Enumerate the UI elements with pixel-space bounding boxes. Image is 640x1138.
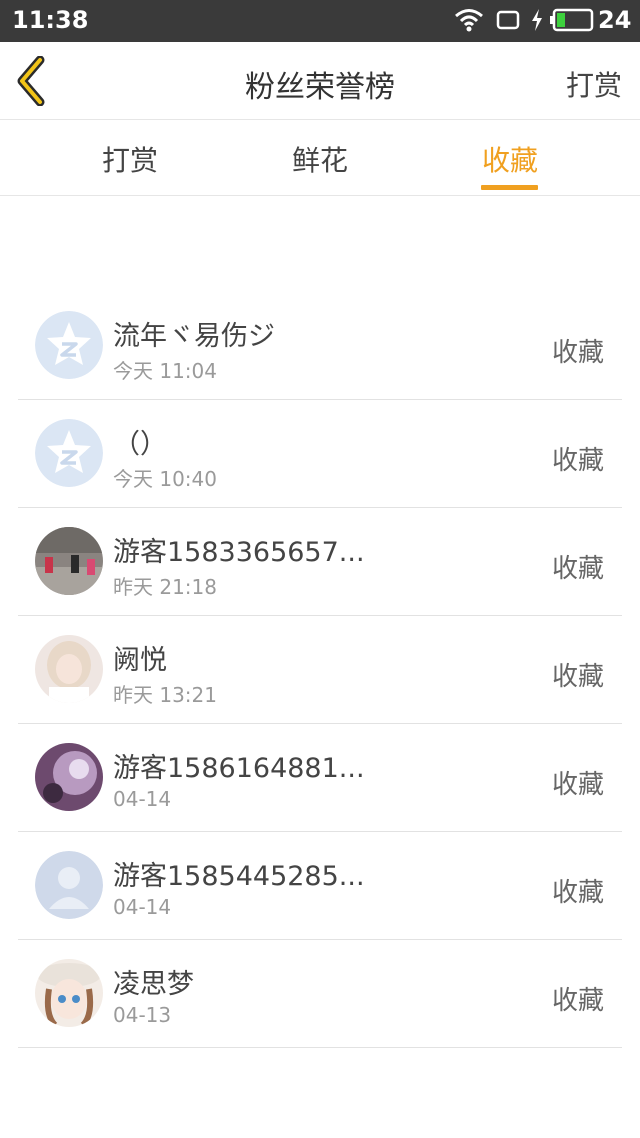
timestamp: 04-14 [113, 895, 172, 919]
user-name: 流年ヾ易伤ジ [113, 321, 275, 352]
action-label: 收藏 [551, 446, 604, 476]
tab-bar: 打赏 鲜花 收藏 [0, 121, 640, 196]
tab-flowers[interactable]: 鲜花 [260, 139, 380, 179]
action-label: 收藏 [551, 878, 604, 908]
timestamp: 昨天 13:21 [113, 683, 217, 707]
wifi-icon [455, 9, 483, 32]
user-name: （） [113, 429, 167, 460]
user-name: 游客1585445285... [113, 861, 365, 892]
top-bar: 粉丝荣誉榜 打赏 [0, 42, 640, 120]
action-label: 收藏 [551, 986, 604, 1016]
user-name: 游客1583365657... [113, 537, 365, 568]
qzone-default-icon [35, 419, 103, 487]
list-item[interactable]: 阙悦 昨天 13:21 收藏 [18, 616, 622, 724]
timestamp: 04-13 [113, 1003, 172, 1027]
list-item[interactable]: （） 今天 10:40 收藏 [18, 400, 622, 508]
battery-icon [550, 8, 594, 32]
action-label: 收藏 [551, 554, 604, 584]
fan-list: 流年ヾ易伤ジ 今天 11:04 收藏 （） 今天 10:40 收藏 游客1583… [18, 292, 622, 1048]
battery-level: 24 [598, 6, 632, 34]
default-person-icon [35, 851, 103, 919]
list-item[interactable]: 游客1583365657... 昨天 21:18 收藏 [18, 508, 622, 616]
status-bar: 11:38 24 [0, 0, 640, 42]
list-item[interactable]: 游客1585445285... 04-14 收藏 [18, 832, 622, 940]
action-label: 收藏 [551, 770, 604, 800]
photo-street-avatar [35, 527, 103, 595]
qzone-default-icon [35, 311, 103, 379]
user-name: 阙悦 [113, 645, 167, 676]
active-tab-indicator [481, 185, 538, 190]
list-item[interactable]: 流年ヾ易伤ジ 今天 11:04 收藏 [18, 292, 622, 400]
action-label: 收藏 [551, 338, 604, 368]
photo-girl-avatar [35, 635, 103, 703]
timestamp: 04-14 [113, 787, 172, 811]
list-item[interactable]: 游客1586164881... 04-14 收藏 [18, 724, 622, 832]
tab-reward[interactable]: 打赏 [70, 139, 190, 179]
tab-favorites[interactable]: 收藏 [450, 139, 570, 179]
anime-girl-avatar [35, 959, 103, 1027]
charging-icon [532, 9, 542, 31]
screen-rotate-icon [496, 10, 520, 30]
user-name: 凌思梦 [113, 969, 194, 1000]
photo-purple-avatar [35, 743, 103, 811]
timestamp: 今天 11:04 [113, 359, 217, 383]
action-label: 收藏 [551, 662, 604, 692]
status-time: 11:38 [12, 6, 89, 34]
user-name: 游客1586164881... [113, 753, 365, 784]
reward-button[interactable]: 打赏 [566, 64, 622, 104]
timestamp: 昨天 21:18 [113, 575, 217, 599]
list-item[interactable]: 凌思梦 04-13 收藏 [18, 940, 622, 1048]
timestamp: 今天 10:40 [113, 467, 217, 491]
page-title: 粉丝荣誉榜 [245, 70, 395, 105]
